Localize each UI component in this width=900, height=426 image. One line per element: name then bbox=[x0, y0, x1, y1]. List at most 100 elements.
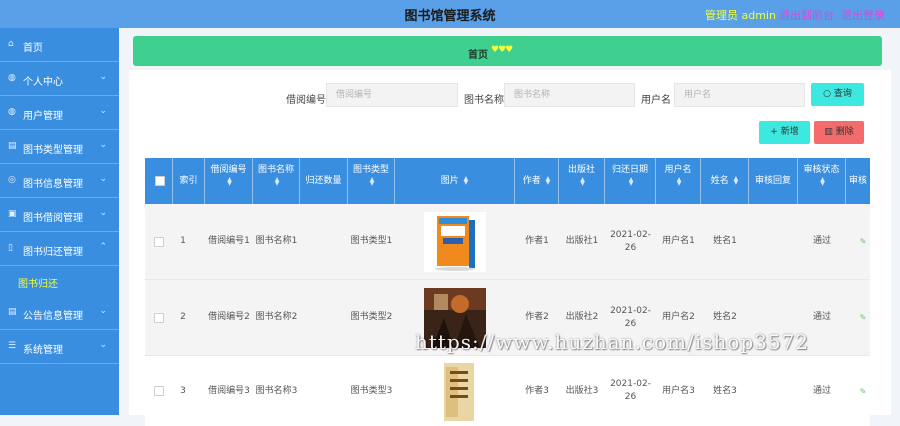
sort-icon[interactable]: ▲ ▼ bbox=[275, 176, 280, 186]
sidebar-item-book-info[interactable]: ◎ 图书信息管理 ⌄ bbox=[0, 164, 119, 198]
cell-return-date: 2021-02-26 bbox=[610, 229, 651, 253]
sort-icon[interactable]: ▲ ▼ bbox=[546, 175, 551, 185]
sort-icon[interactable]: ▲ ▼ bbox=[580, 176, 585, 186]
borrow-icon: ▣ bbox=[8, 209, 17, 219]
sidebar-item-label: 图书信息管理 bbox=[23, 179, 83, 190]
users-icon: ◍ bbox=[8, 107, 16, 117]
cell-book-name: 图书名称1 bbox=[255, 236, 298, 246]
column-label: 姓名 bbox=[710, 176, 729, 186]
sidebar-item-label: 首页 bbox=[23, 43, 43, 54]
chevron-down-icon: ⌄ bbox=[99, 140, 107, 150]
column-label: 归还数量 bbox=[305, 176, 342, 186]
cell-return-qty bbox=[300, 280, 348, 355]
column-username[interactable]: 用户名 ▲ ▼ bbox=[656, 158, 701, 204]
sort-icon[interactable]: ▲ ▼ bbox=[734, 175, 739, 185]
sort-icon[interactable]: ▲ ▼ bbox=[227, 176, 232, 186]
sort-icon[interactable]: ▲ ▼ bbox=[677, 176, 682, 186]
submenu-item-label: 图书归还 bbox=[18, 279, 58, 290]
sidebar-item-notices[interactable]: ▤ 公告信息管理 ⌄ bbox=[0, 296, 119, 330]
cell-index: 1 bbox=[180, 236, 186, 246]
sidebar-item-label: 图书借阅管理 bbox=[23, 213, 83, 224]
book-cover-image bbox=[424, 211, 486, 272]
cell-index: 2 bbox=[180, 312, 186, 322]
edit-icon[interactable]: ✎ bbox=[856, 204, 870, 279]
book-name-input[interactable] bbox=[504, 83, 635, 107]
cell-book-name: 图书名称2 bbox=[255, 312, 298, 322]
chevron-down-icon: ⌄ bbox=[99, 174, 107, 184]
sidebar-item-label: 系统管理 bbox=[23, 345, 63, 356]
chevron-down-icon: ⌄ bbox=[99, 72, 107, 82]
edit-icon[interactable]: ✎ bbox=[856, 280, 870, 355]
heart-icons: ♥♥♥ bbox=[491, 45, 513, 55]
cell-publisher: 出版社3 bbox=[565, 385, 599, 396]
admin-label: 管理员 admin bbox=[705, 9, 776, 22]
chevron-down-icon: ⌄ bbox=[99, 340, 107, 350]
top-bar: 图书馆管理系统 管理员 admin 退出到前台 退出登录 bbox=[0, 0, 900, 28]
column-name[interactable]: 姓名 ▲ ▼ bbox=[701, 158, 749, 204]
username-label: 用户名 bbox=[641, 95, 671, 106]
cell-publisher: 出版社1 bbox=[565, 236, 599, 246]
column-book-type[interactable]: 图书类型 ▲ ▼ bbox=[348, 158, 395, 204]
delete-button[interactable]: ▥ 删除 bbox=[814, 121, 864, 144]
book-name-label: 图书名称 bbox=[464, 95, 504, 106]
return-icon: ▯ bbox=[8, 243, 13, 253]
sidebar-item-home[interactable]: ⌂ 首页 bbox=[0, 28, 119, 62]
borrow-no-label: 借阅编号 bbox=[286, 95, 326, 106]
table-row[interactable]: 3 借阅编号3 图书名称3 图书类型3 作者3 出版社3 2021-02-26 … bbox=[145, 356, 870, 426]
book-icon: ◎ bbox=[8, 175, 16, 185]
column-publisher[interactable]: 出版社 ▲ ▼ bbox=[559, 158, 605, 204]
table-row[interactable]: 1 借阅编号1 图书名称1 图书类型1 作者1 出版社1 2021-02-26 … bbox=[145, 204, 870, 280]
row-checkbox[interactable] bbox=[154, 386, 164, 396]
sidebar-item-return[interactable]: ▯ 图书归还管理 ⌃ bbox=[0, 232, 119, 266]
cell-book-name: 图书名称3 bbox=[255, 385, 298, 396]
cell-book-type: 图书类型1 bbox=[350, 236, 393, 246]
cell-image bbox=[395, 204, 515, 279]
username-input[interactable] bbox=[674, 83, 805, 107]
cell-index: 3 bbox=[180, 385, 186, 396]
column-borrow-no[interactable]: 借阅编号 ▲ ▼ bbox=[205, 158, 253, 204]
sidebar-item-label: 图书归还管理 bbox=[23, 247, 83, 258]
column-image[interactable]: 图片 ▲ ▼ bbox=[395, 158, 515, 204]
back-to-frontend-link[interactable]: 退出到前台 bbox=[779, 7, 834, 23]
sort-icon[interactable]: ▲ ▼ bbox=[464, 175, 469, 185]
chevron-up-icon: ⌃ bbox=[99, 242, 107, 252]
query-button[interactable]: ○ 查询 bbox=[811, 83, 864, 106]
sort-icon[interactable]: ▲ ▼ bbox=[820, 176, 825, 186]
column-label: 借阅编号 bbox=[210, 165, 247, 175]
cell-borrow-no: 借阅编号1 bbox=[208, 236, 250, 246]
row-checkbox[interactable] bbox=[154, 312, 164, 323]
select-all-checkbox[interactable] bbox=[155, 176, 165, 186]
sidebar-item-book-types[interactable]: ▤ 图书类型管理 ⌄ bbox=[0, 130, 119, 164]
sidebar-item-system[interactable]: ☰ 系统管理 ⌄ bbox=[0, 330, 119, 364]
notice-icon: ▤ bbox=[8, 307, 17, 317]
sidebar-item-users[interactable]: ◍ 用户管理 ⌄ bbox=[0, 96, 119, 130]
column-review: 审核 bbox=[846, 158, 870, 204]
column-label: 图书类型 bbox=[352, 165, 389, 175]
column-index: 索引 bbox=[173, 158, 205, 204]
column-return-date[interactable]: 归还日期 ▲ ▼ bbox=[605, 158, 656, 204]
column-return-qty: 归还数量 bbox=[300, 158, 348, 204]
sidebar-item-profile[interactable]: ◍ 个人中心 ⌄ bbox=[0, 62, 119, 96]
column-review-status[interactable]: 审核状态 ▲ ▼ bbox=[798, 158, 846, 204]
sort-icon[interactable]: ▲ ▼ bbox=[370, 176, 375, 186]
cell-return-date: 2021-02-26 bbox=[610, 379, 651, 402]
column-author[interactable]: 作者 ▲ ▼ bbox=[515, 158, 559, 204]
add-button[interactable]: + 新增 bbox=[759, 121, 810, 144]
column-label: 审核 bbox=[848, 176, 867, 186]
borrow-no-input[interactable] bbox=[326, 83, 458, 107]
watermark: https://www.huzhan.com/ishop3572 bbox=[415, 330, 810, 354]
sidebar-item-borrow[interactable]: ▣ 图书借阅管理 ⌄ bbox=[0, 198, 119, 232]
cell-borrow-no: 借阅编号3 bbox=[208, 385, 250, 396]
plus-icon: + bbox=[770, 127, 778, 137]
edit-icon[interactable]: ✎ bbox=[856, 356, 870, 426]
cell-name: 姓名1 bbox=[713, 236, 737, 246]
sort-icon[interactable]: ▲ ▼ bbox=[629, 176, 634, 186]
logout-link[interactable]: 退出登录 bbox=[841, 7, 885, 23]
breadcrumb: 首页 ♥♥♥ bbox=[133, 36, 882, 66]
row-checkbox[interactable] bbox=[154, 236, 164, 247]
column-label: 归还日期 bbox=[611, 165, 648, 175]
column-book-name[interactable]: 图书名称 ▲ ▼ bbox=[253, 158, 300, 204]
submenu-item-book-return[interactable]: 图书归还 bbox=[0, 267, 119, 295]
breadcrumb-home[interactable]: 首页 bbox=[468, 46, 488, 61]
cell-author: 作者3 bbox=[525, 385, 549, 396]
